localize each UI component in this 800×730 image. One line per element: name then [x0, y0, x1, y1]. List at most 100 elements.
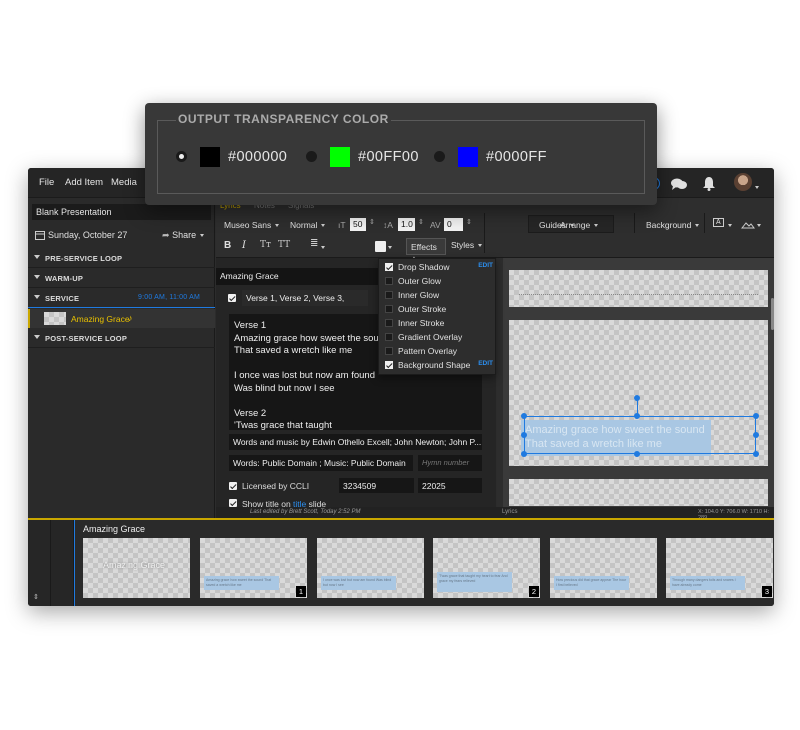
collapse-triangle-icon	[34, 275, 40, 279]
next-slide-preview[interactable]	[509, 479, 768, 506]
effect-checkbox[interactable]	[385, 333, 393, 341]
effect-outer-stroke[interactable]: Outer Stroke	[379, 302, 497, 316]
section-pre-service-loop[interactable]: PRE-SERVICE LOOP	[28, 248, 215, 268]
resize-handle[interactable]	[753, 432, 759, 438]
effect-outer-glow[interactable]: Outer Glow	[379, 274, 497, 288]
app-window: File Add Item Media Sunday, October 27 ➦…	[28, 168, 774, 606]
radio-blue[interactable]	[434, 151, 445, 162]
text-color-swatch[interactable]	[375, 241, 386, 252]
resize-handle[interactable]	[521, 413, 527, 419]
credits-field[interactable]: Words and music by Edwin Othello Excell;…	[229, 434, 482, 450]
avatar-caret-icon[interactable]	[755, 182, 759, 192]
effect-drop-shadow[interactable]: Drop Shadow EDIT	[379, 260, 497, 274]
effect-checkbox[interactable]	[385, 319, 393, 327]
layer-label: Lyrics	[502, 509, 518, 515]
effect-checkbox[interactable]	[385, 347, 393, 355]
text-box-caret-icon[interactable]	[728, 220, 732, 230]
resize-handle[interactable]	[753, 413, 759, 419]
radio-black[interactable]	[176, 151, 187, 162]
lowercase-button[interactable]: Tт	[260, 240, 271, 250]
background-select[interactable]: Background	[646, 220, 700, 230]
licensed-checkbox[interactable]	[229, 482, 237, 490]
show-title-checkbox[interactable]	[229, 499, 237, 507]
slide-thumbnail[interactable]: Amazing Grace	[83, 538, 190, 598]
collapse-triangle-icon	[34, 295, 40, 299]
effect-checkbox[interactable]	[385, 291, 393, 299]
copyright-field[interactable]: Words: Public Domain ; Music: Public Dom…	[229, 455, 413, 471]
bold-button[interactable]: B	[224, 240, 231, 251]
canvas-scrollbar[interactable]	[771, 298, 774, 330]
line-height-stepper[interactable]: ⇕	[418, 218, 424, 226]
uppercase-button[interactable]: TT	[278, 240, 290, 250]
image-icon[interactable]	[741, 219, 755, 229]
slide-thumbnail[interactable]: Amazing grace how sweet the sound That s…	[200, 538, 307, 598]
share-button[interactable]: ➦ Share	[162, 230, 205, 241]
line-height-input[interactable]: 1.0	[398, 218, 415, 231]
slide-thumbnail[interactable]: I once was lost but now am found Was bli…	[317, 538, 424, 598]
font-size-input[interactable]: 50	[350, 218, 366, 231]
resize-handle[interactable]	[521, 432, 527, 438]
strip-scroll-icon[interactable]: ⇕	[33, 593, 39, 601]
resize-handle[interactable]	[521, 451, 527, 457]
effect-checkbox[interactable]	[385, 361, 393, 369]
thumb-text: Through many dangers toils and snares I …	[670, 576, 745, 590]
font-weight-select[interactable]: Normal	[290, 220, 326, 230]
avatar[interactable]	[734, 173, 752, 191]
slide-thumbnail[interactable]: How precious did that grace appear The h…	[550, 538, 657, 598]
effect-background-shape[interactable]: Background Shape EDIT	[379, 358, 497, 372]
effect-gradient-overlay[interactable]: Gradient Overlay	[379, 330, 497, 344]
effect-inner-glow[interactable]: Inner Glow	[379, 288, 497, 302]
italic-button[interactable]: I	[242, 240, 246, 251]
effects-button[interactable]: Effects ▲	[406, 238, 446, 262]
bell-icon[interactable]	[702, 176, 716, 191]
effect-inner-stroke[interactable]: Inner Stroke	[379, 316, 497, 330]
arrange-select[interactable]: Arrange	[560, 220, 599, 230]
align-icon[interactable]: ≣	[310, 238, 318, 249]
thumb-text: Amazing grace how sweet the sound That s…	[204, 576, 279, 590]
font-size-stepper[interactable]: ⇕	[369, 218, 375, 226]
image-caret-icon[interactable]	[757, 220, 761, 230]
effect-pattern-overlay[interactable]: Pattern Overlay	[379, 344, 497, 358]
letter-spacing-input[interactable]: 0	[444, 218, 463, 231]
chat-icon[interactable]	[670, 177, 688, 191]
previous-slide-preview[interactable]	[509, 270, 768, 307]
effect-checkbox[interactable]	[385, 277, 393, 285]
current-slide-canvas[interactable]: Amazing grace how sweet the sound That s…	[509, 320, 768, 466]
resize-handle[interactable]	[634, 451, 640, 457]
service-date[interactable]: Sunday, October 27	[48, 230, 127, 240]
menu-add-item[interactable]: Add Item	[65, 177, 103, 188]
effect-edit-link[interactable]: EDIT	[478, 360, 493, 367]
hymn-number-field[interactable]: Hymn number	[418, 455, 482, 471]
font-family-select[interactable]: Museo Sans	[224, 220, 280, 230]
slide-thumbnail[interactable]: 'Twas grace that taught my heart to fear…	[433, 538, 540, 598]
rotate-handle[interactable]	[634, 395, 640, 401]
effect-checkbox[interactable]	[385, 263, 393, 271]
presentation-name-input[interactable]	[32, 204, 211, 220]
align-caret-icon[interactable]	[321, 242, 325, 252]
text-color-caret-icon[interactable]	[388, 242, 392, 252]
styles-select[interactable]: Styles	[451, 240, 483, 250]
text-box-icon[interactable]: A	[713, 218, 724, 227]
license-number-field[interactable]: 22025	[418, 478, 482, 493]
menu-media[interactable]: Media	[111, 177, 137, 188]
selection-box[interactable]	[524, 416, 756, 454]
letter-spacing-stepper[interactable]: ⇕	[466, 218, 472, 226]
effect-edit-link[interactable]: EDIT	[478, 262, 493, 269]
service-item-amazing-grace[interactable]: Amazing Grace ♪	[28, 309, 215, 328]
arrangement-checkbox[interactable]	[228, 294, 236, 302]
radio-green[interactable]	[306, 151, 317, 162]
arrangement-field[interactable]: Verse 1, Verse 2, Verse 3,	[242, 290, 368, 306]
menu-file[interactable]: File	[39, 177, 54, 188]
section-warm-up[interactable]: WARM-UP	[28, 268, 215, 288]
collapse-triangle-icon	[34, 255, 40, 259]
effect-checkbox[interactable]	[385, 305, 393, 313]
ccli-number-field[interactable]: 3234509	[339, 478, 414, 493]
slide-thumbnail[interactable]: Through many dangers toils and snares I …	[666, 538, 773, 598]
resize-handle[interactable]	[634, 413, 640, 419]
section-service[interactable]: SERVICE 9:00 AM, 11:00 AM	[28, 288, 215, 308]
section-post-service-loop[interactable]: POST-SERVICE LOOP	[28, 328, 215, 348]
share-label: Share	[172, 230, 197, 240]
resize-handle[interactable]	[753, 451, 759, 457]
slide-strip: ⇕ Amazing Grace Amazing Grace Amazing gr…	[28, 518, 774, 606]
service-times: 9:00 AM, 11:00 AM	[138, 294, 201, 301]
